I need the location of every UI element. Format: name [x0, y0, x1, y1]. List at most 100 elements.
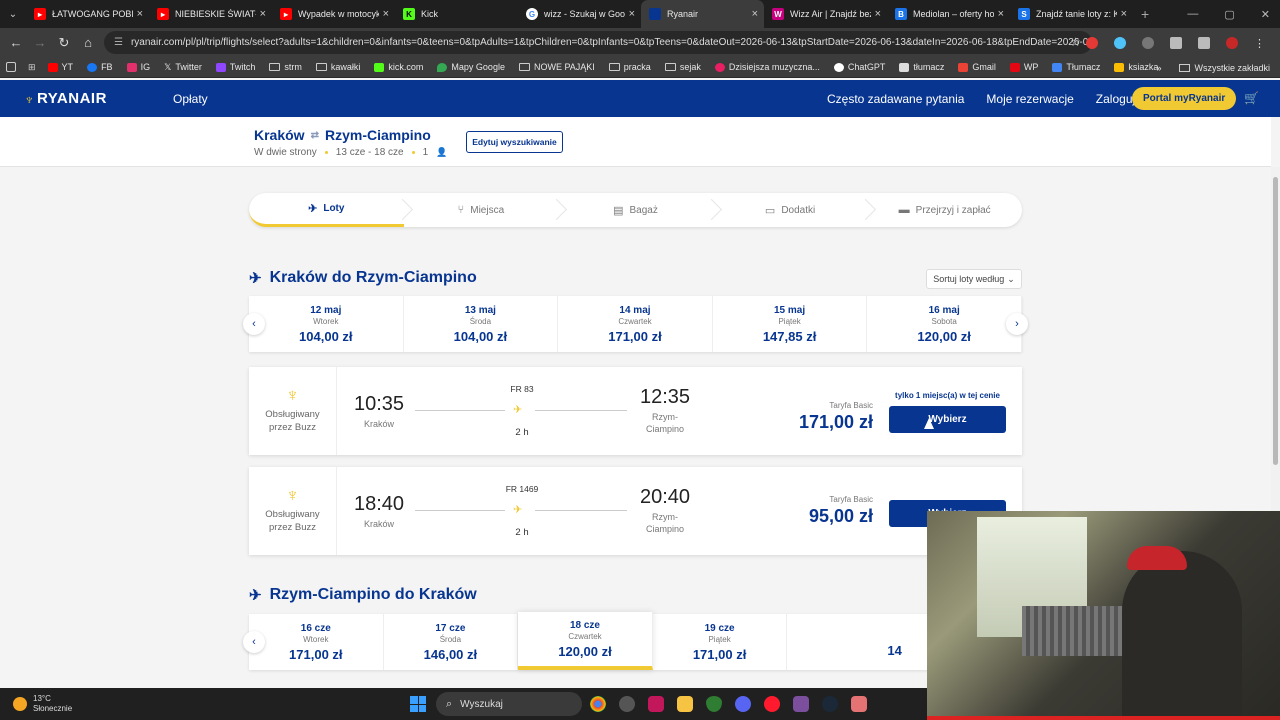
browser-tab-active[interactable]: Ryanair ×: [641, 0, 764, 28]
reload-icon[interactable]: ↻: [52, 35, 76, 51]
bookmark-chatgpt[interactable]: ChatGPT: [833, 62, 885, 72]
step-review-pay[interactable]: ▬ Przejrzyj i zapłać: [867, 193, 1022, 227]
app-icon[interactable]: [648, 696, 664, 712]
close-window-icon[interactable]: ✕: [1261, 8, 1270, 21]
date-option[interactable]: 17 cze Środa 146,00 zł: [384, 614, 519, 670]
bookmark-star-icon[interactable]: ☆: [1070, 35, 1081, 49]
date-option[interactable]: 16 cze Wtorek 171,00 zł: [249, 614, 384, 670]
browser-tab[interactable]: ▸ NIEBIESKIE ŚWIATŁO ×: [149, 0, 272, 28]
page-scrollbar-thumb[interactable]: [1273, 177, 1278, 465]
date-option[interactable]: 13 maj Środa 104,00 zł: [404, 296, 559, 352]
address-bar[interactable]: ☰ ryanair.com/pl/pl/trip/flights/select?…: [104, 31, 1092, 54]
date-option-selected[interactable]: 18 cze Czwartek 120,00 zł: [518, 612, 653, 670]
puzzle-extensions-icon[interactable]: [1170, 36, 1182, 49]
bookmark-folder-pracka[interactable]: pracka: [608, 62, 651, 72]
browser-tab[interactable]: W Wizz Air | Znajdź bez ×: [764, 0, 887, 28]
browser-tab[interactable]: ▸ ŁATWOGANG POBIŁ ×: [26, 0, 149, 28]
bookmark-maps[interactable]: Mapy Google: [437, 62, 505, 72]
bookmark-music[interactable]: Dzisiejsza muzyczna...: [714, 62, 820, 72]
tab-search-chevron-icon[interactable]: ⌄: [0, 0, 26, 28]
steam-icon[interactable]: [822, 696, 838, 712]
bookmark-ksiazka[interactable]: ksiazka: [1114, 62, 1158, 72]
shield-icon[interactable]: [706, 696, 722, 712]
chevron-right-icon[interactable]: ›: [1006, 313, 1028, 335]
browser-tab[interactable]: B Mediolan – oferty ho ×: [887, 0, 1010, 28]
grid-icon[interactable]: ⊞: [28, 62, 36, 73]
bookmark-folder-nowe-pajaki[interactable]: NOWE PAJĄKI: [518, 62, 595, 72]
site-info-icon[interactable]: ☰: [114, 37, 123, 48]
close-tab-icon[interactable]: ×: [629, 8, 635, 20]
maximize-icon[interactable]: ▢: [1224, 8, 1234, 21]
chevron-left-icon[interactable]: ‹: [243, 313, 265, 335]
extension-icon[interactable]: [1114, 36, 1126, 49]
faq-link[interactable]: Często zadawane pytania: [827, 92, 964, 106]
bookmark-gmail[interactable]: Gmail: [958, 62, 996, 72]
sort-flights-select[interactable]: Sortuj loty według ⌄: [926, 269, 1022, 289]
step-flights[interactable]: ✈ Loty: [249, 193, 404, 227]
browser-tab[interactable]: S Znajdź tanie loty z: K ×: [1010, 0, 1133, 28]
taskbar-search[interactable]: ⌕ Wyszukaj: [436, 692, 582, 716]
browser-tab[interactable]: K Kick: [395, 0, 518, 28]
bookmark-folder-strm[interactable]: strm: [269, 62, 302, 72]
weather-widget[interactable]: 13°C Słonecznie: [13, 694, 72, 714]
close-tab-icon[interactable]: ×: [875, 8, 881, 20]
cart-icon[interactable]: 🛒: [1244, 91, 1259, 105]
step-bags[interactable]: ▤ Bagaż: [558, 193, 713, 227]
chevron-right-icon[interactable]: »: [1156, 63, 1161, 73]
close-tab-icon[interactable]: ×: [137, 8, 143, 20]
windows-start-icon[interactable]: [410, 696, 426, 712]
apps-icon[interactable]: [6, 62, 16, 72]
discord-icon[interactable]: [735, 696, 751, 712]
bookmark-folder-kawalki[interactable]: kawałki: [315, 62, 360, 72]
close-tab-icon[interactable]: ×: [998, 8, 1004, 20]
step-seats[interactable]: ⑂ Miejsca: [404, 193, 559, 227]
all-bookmarks[interactable]: » Wszystkie zakładki: [1156, 57, 1270, 78]
profile-avatar[interactable]: [1226, 36, 1238, 49]
bookmark-tlumacz[interactable]: tłumacz: [899, 62, 944, 72]
more-menu-icon[interactable]: ⋮: [1254, 37, 1265, 50]
home-icon[interactable]: ⌂: [76, 35, 100, 50]
date-option[interactable]: 19 cze Piątek 171,00 zł: [653, 614, 788, 670]
app-icon[interactable]: [793, 696, 809, 712]
close-tab-icon[interactable]: ×: [752, 8, 758, 20]
browser-tab[interactable]: Gwizz - Szukaj w Goog ×: [518, 0, 641, 28]
bookmark-ig[interactable]: IG: [126, 62, 150, 72]
bookmark-tlumacz-google[interactable]: Tłumacz: [1052, 62, 1100, 72]
select-flight-button[interactable]: Wybierz: [889, 406, 1006, 433]
opera-icon[interactable]: [764, 696, 780, 712]
close-tab-icon[interactable]: ×: [1121, 8, 1127, 20]
ryanair-logo[interactable]: ♆ RYANAIR: [24, 90, 107, 107]
extension-icon[interactable]: [1142, 36, 1154, 49]
close-tab-icon[interactable]: ×: [260, 8, 266, 20]
fares-link[interactable]: Opłaty: [173, 92, 208, 106]
back-icon[interactable]: ←: [4, 35, 28, 50]
browser-tab[interactable]: ▸ Wypadek w motocykl ×: [272, 0, 395, 28]
bookmark-wp[interactable]: WP: [1009, 62, 1038, 72]
date-option[interactable]: 15 maj Piątek 147,85 zł: [713, 296, 868, 352]
bookmark-twitch[interactable]: Twitch: [215, 62, 255, 72]
my-bookings-link[interactable]: Moje rezerwacje: [986, 92, 1073, 106]
close-tab-icon[interactable]: ×: [383, 8, 389, 20]
bookmark-twitter[interactable]: 𝕏 Twitter: [164, 62, 202, 73]
bookmark-yt[interactable]: YT: [47, 62, 73, 72]
card-icon: ▬: [898, 204, 910, 216]
date-option[interactable]: 16 maj Sobota 120,00 zł: [867, 296, 1022, 352]
bookmark-folder-sejak[interactable]: sejak: [664, 62, 701, 72]
forward-icon[interactable]: →: [28, 35, 52, 50]
date-option[interactable]: 14 maj Czwartek 171,00 zł: [558, 296, 713, 352]
bookmark-kick[interactable]: kick.com: [374, 62, 423, 72]
chevron-left-icon[interactable]: ‹: [243, 631, 265, 653]
new-tab-icon[interactable]: +: [1141, 6, 1149, 22]
recorder-icon[interactable]: [619, 696, 635, 712]
bookmark-fb[interactable]: FB: [87, 62, 113, 72]
file-explorer-icon[interactable]: [677, 696, 693, 712]
minimize-icon[interactable]: —: [1187, 8, 1198, 20]
chrome-icon[interactable]: [590, 696, 606, 712]
myryanair-portal-button[interactable]: Portal myRyanair: [1132, 87, 1237, 110]
app-icon[interactable]: [851, 696, 867, 712]
date-option[interactable]: 12 maj Wtorek 104,00 zł: [249, 296, 404, 352]
record-extension-icon[interactable]: [1086, 36, 1098, 49]
step-extras[interactable]: ▭ Dodatki: [713, 193, 868, 227]
edit-search-button[interactable]: Edytuj wyszukiwanie: [466, 131, 563, 153]
media-controls-icon[interactable]: [1198, 36, 1210, 49]
